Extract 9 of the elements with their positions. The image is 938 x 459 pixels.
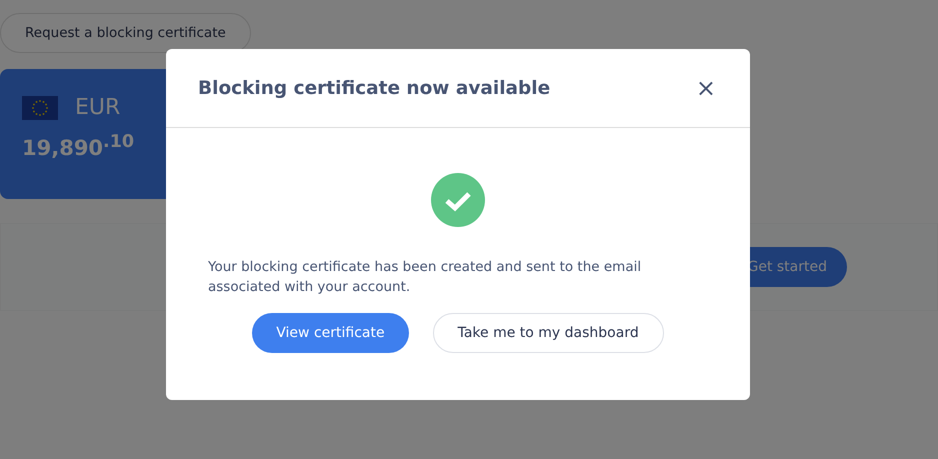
balance: 19,890$^{.10}$ <box>22 132 136 160</box>
currency-code: EUR <box>75 95 120 120</box>
view-certificate-button[interactable]: View certificate <box>252 313 409 353</box>
dashboard-button[interactable]: Take me to my dashboard <box>432 313 664 353</box>
request-certificate-button[interactable]: Request a blocking certificate <box>0 13 251 53</box>
dialog-message: Your blocking certificate has been created and sent to the email associated with your account. <box>208 258 642 297</box>
close-button[interactable]: × <box>690 74 722 102</box>
eu-flag-icon <box>22 96 58 120</box>
check-circle-icon <box>431 173 485 227</box>
